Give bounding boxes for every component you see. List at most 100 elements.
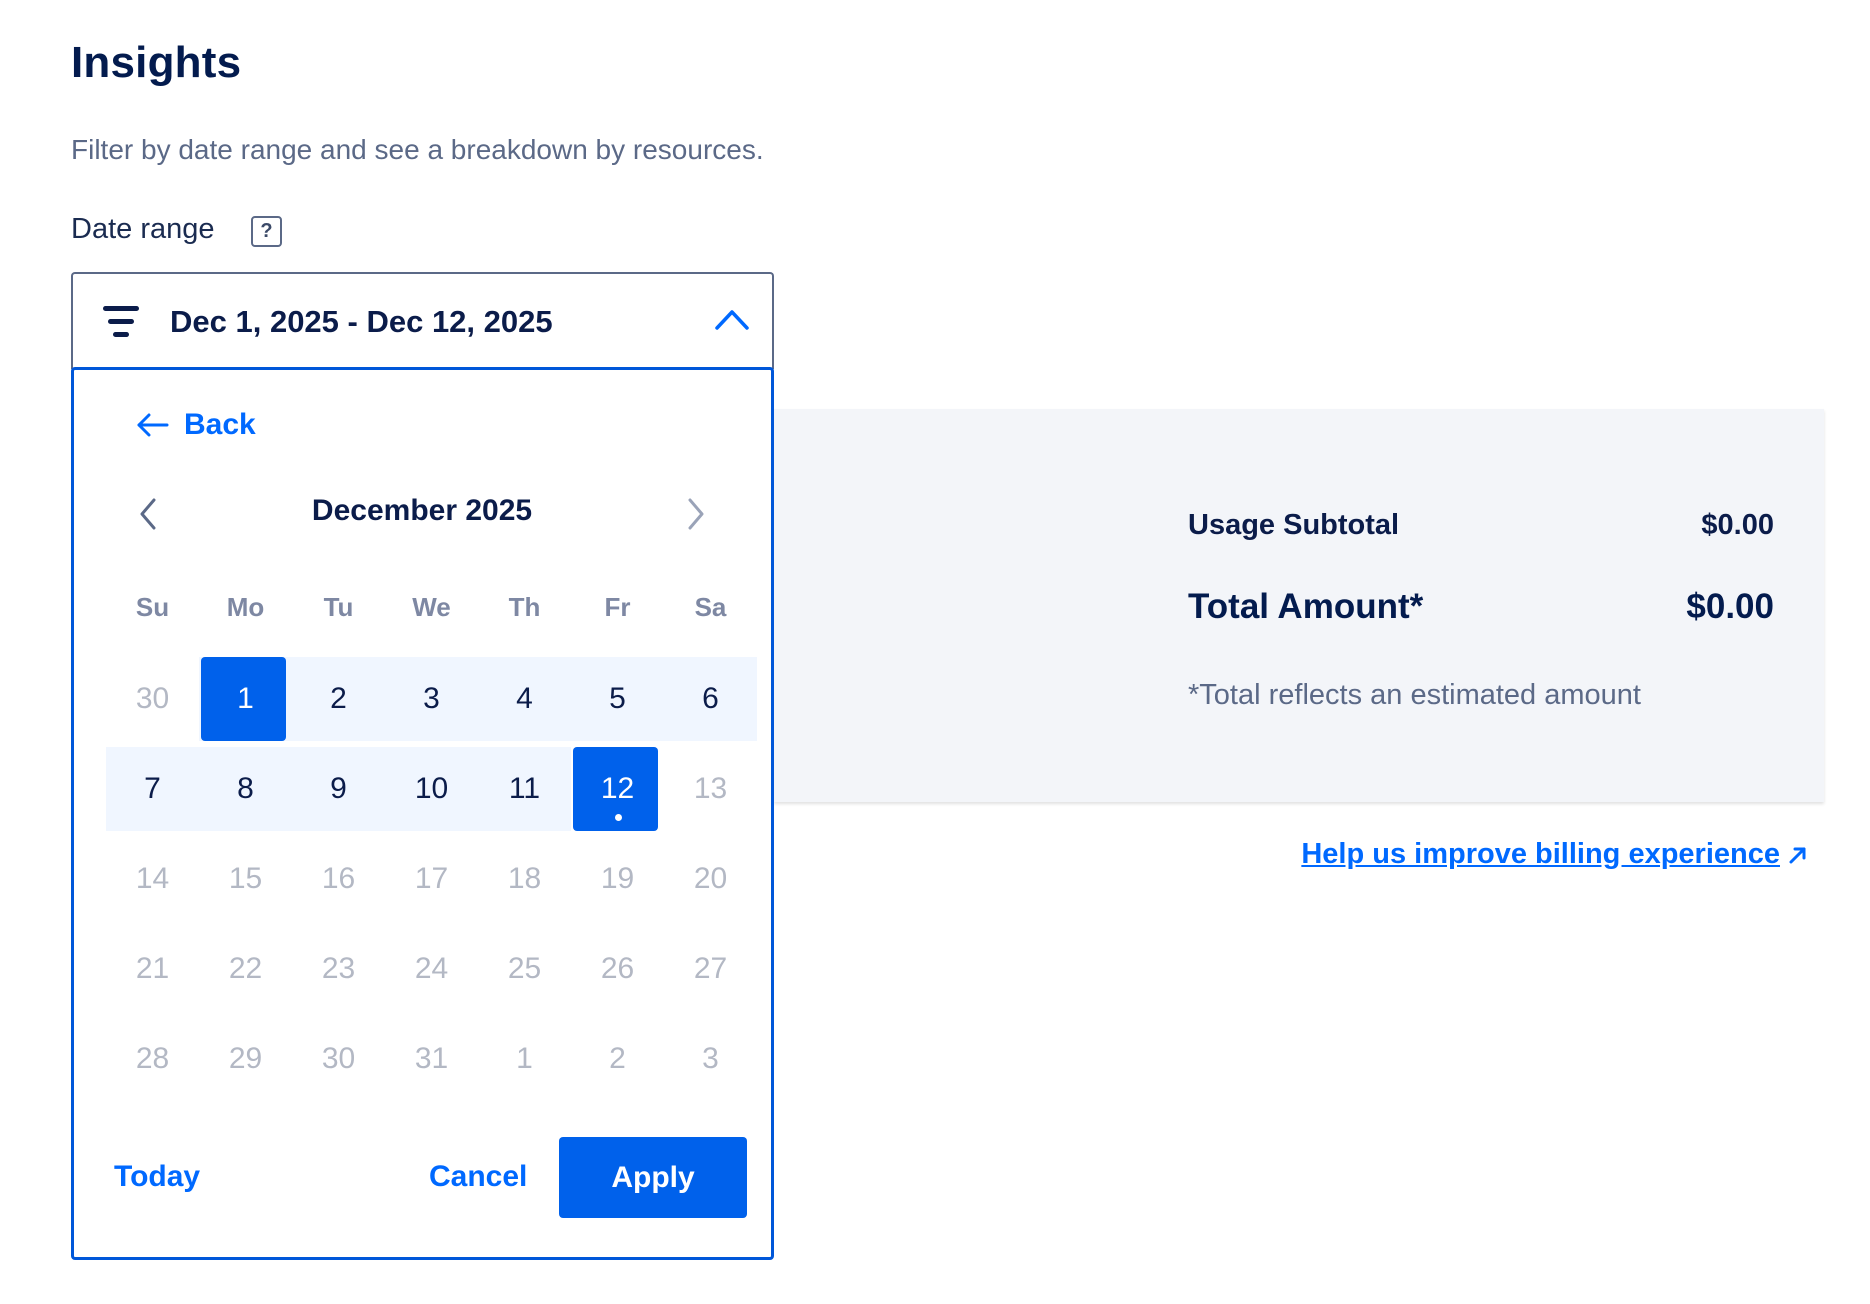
calendar-day-number: 1 — [516, 1042, 533, 1075]
today-indicator — [614, 814, 622, 821]
calendar-day-number: 31 — [414, 1042, 449, 1075]
weekday-header: Su Mo Tu We Th Fr Sa — [106, 592, 757, 623]
calendar-day[interactable]: 11 — [478, 747, 571, 831]
weekday-label: Th — [508, 592, 541, 622]
calendar-day-number: 21 — [135, 952, 170, 985]
calendar-day[interactable]: 30 — [106, 657, 199, 741]
question-icon[interactable]: ? — [251, 216, 282, 247]
calendar-day[interactable]: 1 — [478, 1017, 571, 1101]
calendar-day[interactable]: 6 — [664, 657, 757, 741]
weekday-label: Sa — [694, 592, 727, 622]
billing-feedback-link[interactable]: Help us improve billing experience — [1301, 838, 1808, 871]
usage-subtotal-row: Usage Subtotal $0.00 — [1188, 509, 1774, 542]
calendar-day[interactable]: 21 — [106, 927, 199, 1011]
calendar-day-number: 6 — [702, 682, 719, 715]
calendar-day[interactable]: 15 — [199, 837, 292, 921]
calendar-day-number: 10 — [414, 772, 449, 805]
calendar-day-number: 14 — [135, 862, 170, 895]
calendar-day[interactable]: 13 — [664, 747, 757, 831]
calendar-week: 28 29 30 31 1 2 3 — [106, 1017, 757, 1101]
usage-subtotal-value: $0.00 — [1701, 509, 1774, 541]
weekday-label: Fr — [604, 592, 631, 622]
calendar-day[interactable]: 8 — [199, 747, 292, 831]
cancel-button[interactable]: Cancel — [429, 1160, 527, 1194]
calendar-day[interactable]: 17 — [385, 837, 478, 921]
calendar-day-number: 5 — [609, 682, 626, 715]
calendar-day-number: 12 — [600, 772, 635, 805]
calendar-day[interactable]: 5 — [571, 657, 664, 741]
calendar-day[interactable]: 31 — [385, 1017, 478, 1101]
calendar-day-number: 19 — [600, 862, 635, 895]
calendar-day-number: 13 — [693, 772, 728, 805]
calendar-day[interactable]: 10 — [385, 747, 478, 831]
calendar-day-number: 20 — [693, 862, 728, 895]
calendar-day-number: 23 — [321, 952, 356, 985]
calendar-day-range-end-today[interactable]: 12 — [571, 747, 664, 831]
calendar-day[interactable]: 9 — [292, 747, 385, 831]
calendar-day[interactable]: 29 — [199, 1017, 292, 1101]
calendar-day[interactable]: 24 — [385, 927, 478, 1011]
calendar-day-number: 26 — [600, 952, 635, 985]
apply-button[interactable]: Apply — [559, 1137, 747, 1218]
calendar-day[interactable]: 2 — [571, 1017, 664, 1101]
calendar-day-number: 11 — [508, 772, 541, 805]
calendar-day[interactable]: 7 — [106, 747, 199, 831]
calendar-day-number: 30 — [135, 682, 170, 715]
weekday-label: Mo — [226, 592, 265, 622]
arrow-left-icon — [137, 413, 169, 437]
month-title: December 2025 — [311, 494, 533, 527]
back-button[interactable]: Back — [136, 408, 256, 442]
calendar-week: 7 8 9 10 11 12 13 — [106, 747, 757, 831]
page-subtitle: Filter by date range and see a breakdown… — [71, 134, 764, 165]
calendar-day-number: 24 — [414, 952, 449, 985]
calendar-day[interactable]: 26 — [571, 927, 664, 1011]
weekday-label: Su — [135, 592, 170, 622]
calendar-popover: Back December 2025 Su Mo Tu We Th Fr Sa … — [71, 367, 774, 1260]
estimate-note: *Total reflects an estimated amount — [1188, 679, 1641, 711]
calendar-day[interactable]: 23 — [292, 927, 385, 1011]
calendar-day[interactable]: 25 — [478, 927, 571, 1011]
calendar-day-number: 2 — [330, 682, 347, 715]
calendar-day-number: 18 — [507, 862, 542, 895]
total-amount-value: $0.00 — [1686, 587, 1774, 626]
calendar-day[interactable]: 20 — [664, 837, 757, 921]
calendar-day-number: 25 — [507, 952, 542, 985]
calendar-day[interactable]: 2 — [292, 657, 385, 741]
external-link-icon — [1789, 847, 1806, 863]
calendar-day[interactable]: 18 — [478, 837, 571, 921]
total-amount-label: Total Amount* — [1188, 587, 1424, 626]
calendar-week: 21 22 23 24 25 26 27 — [106, 927, 757, 1011]
calendar-day[interactable]: 19 — [571, 837, 664, 921]
calendar-day-range-start[interactable]: 1 — [199, 657, 292, 741]
chevron-up-icon[interactable] — [714, 306, 750, 332]
calendar-day-number: 27 — [693, 952, 728, 985]
calendar-day[interactable]: 3 — [664, 1017, 757, 1101]
chevron-right-icon[interactable] — [682, 496, 710, 532]
calendar-day-number: 29 — [228, 1042, 263, 1075]
calendar-week: 30 1 2 3 4 5 6 — [106, 657, 757, 741]
calendar-day-number: 3 — [702, 1042, 719, 1075]
today-button[interactable]: Today — [114, 1160, 200, 1194]
calendar-day-number: 2 — [609, 1042, 626, 1075]
usage-subtotal-label: Usage Subtotal — [1188, 509, 1400, 541]
calendar-day[interactable]: 28 — [106, 1017, 199, 1101]
page-title: Insights — [71, 38, 242, 87]
weekday-label: We — [412, 592, 451, 622]
calendar-day[interactable]: 4 — [478, 657, 571, 741]
calendar-day-number: 3 — [423, 682, 440, 715]
back-label: Back — [184, 408, 256, 441]
calendar-day-number: 16 — [321, 862, 356, 895]
calendar-day[interactable]: 22 — [199, 927, 292, 1011]
calendar-day-number: 17 — [414, 862, 449, 895]
calendar-day-number: 8 — [237, 772, 254, 805]
calendar-day[interactable]: 30 — [292, 1017, 385, 1101]
calendar-day-number: 22 — [228, 952, 263, 985]
calendar-day-number: 30 — [321, 1042, 356, 1075]
date-range-picker-trigger[interactable]: Dec 1, 2025 - Dec 12, 2025 — [71, 272, 774, 369]
calendar-day[interactable]: 27 — [664, 927, 757, 1011]
calendar-day[interactable]: 3 — [385, 657, 478, 741]
calendar-day[interactable]: 16 — [292, 837, 385, 921]
total-amount-row: Total Amount* $0.00 — [1188, 587, 1774, 627]
calendar-day[interactable]: 14 — [106, 837, 199, 921]
filter-icon — [103, 306, 141, 340]
